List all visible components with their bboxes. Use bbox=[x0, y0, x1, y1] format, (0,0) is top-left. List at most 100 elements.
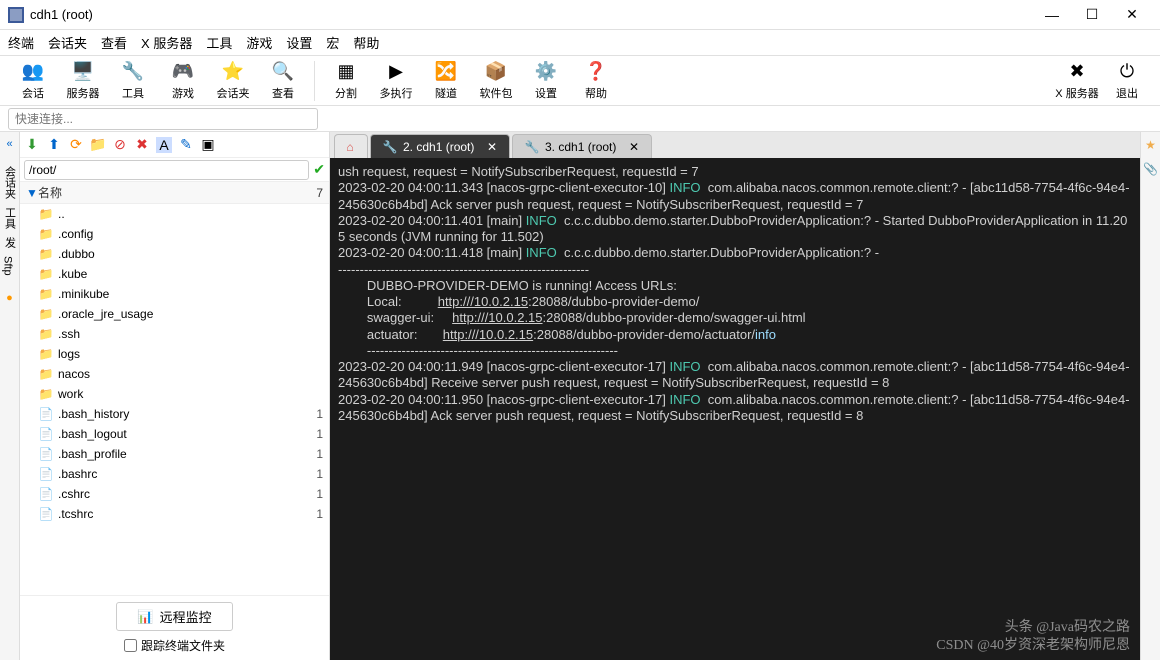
close-icon[interactable]: ✕ bbox=[629, 140, 639, 154]
titlebar: cdh1 (root) — ☐ ✕ bbox=[0, 0, 1160, 30]
toolbar-查看[interactable]: 🔍查看 bbox=[258, 57, 308, 105]
file-row[interactable]: 📁.minikube bbox=[20, 284, 329, 304]
star-icon[interactable]: ★ bbox=[1145, 138, 1156, 152]
toolbar-工具[interactable]: 🔧工具 bbox=[108, 57, 158, 105]
header-size[interactable]: 7 bbox=[316, 186, 323, 200]
toolbar-X 服务器[interactable]: ✖X 服务器 bbox=[1052, 57, 1102, 105]
查看-icon: 🔍 bbox=[272, 61, 294, 83]
terminal-icon: 🔧 bbox=[383, 140, 397, 154]
menu-item[interactable]: 宏 bbox=[326, 33, 339, 52]
file-icon: 📄 bbox=[38, 447, 54, 461]
folder-icon: 📁 bbox=[38, 347, 54, 361]
session-tabs: ⌂🔧2. cdh1 (root)✕🔧3. cdh1 (root)✕ bbox=[330, 132, 1140, 158]
download-icon[interactable]: ⬇ bbox=[24, 137, 40, 153]
terminal-icon[interactable]: ▣ bbox=[200, 137, 216, 153]
watermark-top: 头条 @Java码农之路 bbox=[1005, 619, 1130, 637]
menu-item[interactable]: 帮助 bbox=[353, 33, 379, 52]
file-row[interactable]: 📁.dubbo bbox=[20, 244, 329, 264]
upload-icon[interactable]: ⬆ bbox=[46, 137, 62, 153]
toolbar-退出[interactable]: ⏻退出 bbox=[1102, 57, 1152, 105]
menu-item[interactable]: 查看 bbox=[101, 33, 127, 52]
menu-item[interactable]: 终端 bbox=[8, 33, 34, 52]
edit-icon[interactable]: ✎ bbox=[178, 137, 194, 153]
file-row[interactable]: 📄.tcshrc1 bbox=[20, 504, 329, 524]
quick-connect-input[interactable] bbox=[8, 108, 318, 130]
newfolder-icon[interactable]: 📁 bbox=[90, 137, 106, 153]
X 服务器-icon: ✖ bbox=[1066, 61, 1088, 83]
terminal-icon: 🔧 bbox=[525, 140, 539, 154]
right-tab-strip: ★ 📎 bbox=[1140, 132, 1160, 660]
collapse-icon[interactable]: « bbox=[6, 138, 12, 150]
file-row[interactable]: 📄.bash_history1 bbox=[20, 404, 329, 424]
path-bar: ✔ bbox=[20, 158, 329, 182]
file-row[interactable]: 📄.bash_profile1 bbox=[20, 444, 329, 464]
close-icon[interactable]: ✕ bbox=[487, 140, 497, 154]
left-tab[interactable]: 会话夹 bbox=[2, 162, 18, 203]
file-row[interactable]: 📁.. bbox=[20, 204, 329, 224]
toolbar-会话夹[interactable]: ⭐会话夹 bbox=[208, 57, 258, 105]
attach-icon[interactable]: 📎 bbox=[1143, 162, 1158, 176]
terminal-area: ⌂🔧2. cdh1 (root)✕🔧3. cdh1 (root)✕ ush re… bbox=[330, 132, 1140, 660]
游戏-icon: 🎮 bbox=[172, 61, 194, 83]
toolbar-游戏[interactable]: 🎮游戏 bbox=[158, 57, 208, 105]
session-tab[interactable]: 🔧3. cdh1 (root)✕ bbox=[512, 134, 652, 158]
toolbar-服务器[interactable]: 🖥️服务器 bbox=[58, 57, 108, 105]
path-ok-icon: ✔ bbox=[313, 161, 325, 178]
file-row[interactable]: 📁logs bbox=[20, 344, 329, 364]
file-row[interactable]: 📁nacos bbox=[20, 364, 329, 384]
menu-item[interactable]: 会话夹 bbox=[48, 33, 87, 52]
toolbar-帮助[interactable]: ❓帮助 bbox=[571, 57, 621, 105]
header-name[interactable]: 名称 bbox=[38, 184, 316, 201]
menu-item[interactable]: 工具 bbox=[206, 33, 232, 52]
dot-icon: ● bbox=[6, 292, 13, 304]
file-icon: 📄 bbox=[38, 407, 54, 421]
多执行-icon: ▶ bbox=[385, 61, 407, 83]
file-list-header: ▼ 名称 7 bbox=[20, 182, 329, 204]
退出-icon: ⏻ bbox=[1116, 61, 1138, 83]
home-tab[interactable]: ⌂ bbox=[334, 134, 368, 158]
menu-item[interactable]: 游戏 bbox=[246, 33, 272, 52]
path-input[interactable] bbox=[24, 160, 309, 180]
maximize-button[interactable]: ☐ bbox=[1072, 0, 1112, 30]
toolbar-会话[interactable]: 👥会话 bbox=[8, 57, 58, 105]
工具-icon: 🔧 bbox=[122, 61, 144, 83]
file-row[interactable]: 📄.bash_logout1 bbox=[20, 424, 329, 444]
toolbar-多执行[interactable]: ▶多执行 bbox=[371, 57, 421, 105]
menu-item[interactable]: 设置 bbox=[286, 33, 312, 52]
file-row[interactable]: 📁.kube bbox=[20, 264, 329, 284]
file-row[interactable]: 📁.oracle_jre_usage bbox=[20, 304, 329, 324]
menu-item[interactable]: X 服务器 bbox=[141, 33, 192, 52]
session-tab[interactable]: 🔧2. cdh1 (root)✕ bbox=[370, 134, 510, 158]
file-icon: 📄 bbox=[38, 427, 54, 441]
left-tab[interactable]: 发 bbox=[2, 233, 18, 252]
delete-icon[interactable]: ⊘ bbox=[112, 137, 128, 153]
menubar: 终端会话夹查看 X 服务器工具游戏设置宏帮助 bbox=[0, 30, 1160, 56]
file-row[interactable]: 📁.ssh bbox=[20, 324, 329, 344]
file-row[interactable]: 📄.bashrc1 bbox=[20, 464, 329, 484]
left-tab[interactable]: Sftp bbox=[2, 252, 14, 280]
file-row[interactable]: 📁work bbox=[20, 384, 329, 404]
folder-icon: 📁 bbox=[38, 207, 54, 221]
toolbar-设置[interactable]: ⚙️设置 bbox=[521, 57, 571, 105]
帮助-icon: ❓ bbox=[585, 61, 607, 83]
folder-icon: 📁 bbox=[38, 387, 54, 401]
toolbar-分割[interactable]: ▦分割 bbox=[321, 57, 371, 105]
remote-monitor-button[interactable]: 📊 远程监控 bbox=[116, 602, 232, 631]
file-row[interactable]: 📁.config bbox=[20, 224, 329, 244]
refresh-icon[interactable]: ⟳ bbox=[68, 137, 84, 153]
highlight-icon[interactable]: A bbox=[156, 137, 172, 153]
toolbar-隧道[interactable]: 🔀隧道 bbox=[421, 57, 471, 105]
toolbar: 👥会话🖥️服务器🔧工具🎮游戏⭐会话夹🔍查看 ▦分割▶多执行🔀隧道📦软件包⚙️设置… bbox=[0, 56, 1160, 106]
minimize-button[interactable]: — bbox=[1032, 0, 1072, 30]
left-tab[interactable]: 工具 bbox=[2, 203, 18, 233]
terminal-output[interactable]: ush request, request = NotifySubscriberR… bbox=[330, 158, 1140, 660]
file-row[interactable]: 📄.cshrc1 bbox=[20, 484, 329, 504]
track-folder-checkbox[interactable]: 跟踪终端文件夹 bbox=[124, 637, 225, 654]
folder-icon: 📁 bbox=[38, 327, 54, 341]
cancel-icon[interactable]: ✖ bbox=[134, 137, 150, 153]
left-tab-strip: « 会话夹工具发Sftp ● bbox=[0, 132, 20, 660]
file-icon: 📄 bbox=[38, 467, 54, 481]
toolbar-软件包[interactable]: 📦软件包 bbox=[471, 57, 521, 105]
close-button[interactable]: ✕ bbox=[1112, 0, 1152, 30]
sftp-panel: ⬇ ⬆ ⟳ 📁 ⊘ ✖ A ✎ ▣ ✔ ▼ 名称 7 📁..📁.config📁.… bbox=[20, 132, 330, 660]
